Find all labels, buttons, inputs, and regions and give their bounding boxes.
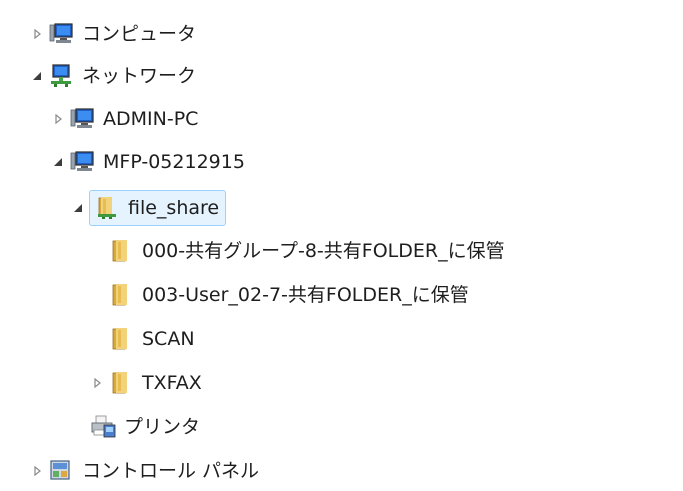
tree-item-printer[interactable]: プリンタ [90, 407, 200, 447]
expand-arrow-icon[interactable] [51, 112, 65, 126]
tree-item-file-share[interactable]: file_share [71, 188, 227, 228]
computer-icon [48, 21, 74, 47]
tree-item-label: file_share [128, 197, 220, 219]
folder-icon [108, 326, 134, 352]
tree-item-control-panel[interactable]: コントロール パネル [30, 451, 259, 491]
expand-arrow-icon[interactable] [90, 376, 104, 390]
tree-item-label: ADMIN-PC [103, 108, 199, 130]
tree-item-label: ネットワーク [82, 65, 197, 87]
folder-icon [108, 238, 134, 264]
expand-arrow-icon[interactable] [30, 27, 44, 41]
collapse-arrow-icon[interactable] [71, 201, 85, 215]
selection-highlight[interactable]: file_share [89, 190, 227, 226]
tree-item-computer[interactable]: コンピュータ [30, 14, 196, 54]
tree-item-label: SCAN [142, 328, 195, 350]
tree-item-scan[interactable]: SCAN [108, 319, 195, 359]
collapse-arrow-icon[interactable] [30, 69, 44, 83]
tree-item-folder-000[interactable]: 000-共有グループ-8-共有FOLDER_に保管 [108, 231, 505, 271]
folder-icon [108, 370, 134, 396]
tree-item-label: コントロール パネル [82, 460, 260, 482]
tree-item-label: 003-User_02-7-共有FOLDER_に保管 [142, 284, 469, 306]
computer-icon [69, 149, 95, 175]
tree-item-label: プリンタ [124, 416, 201, 438]
tree-item-label: MFP-05212915 [103, 151, 245, 173]
folder-icon [108, 282, 134, 308]
printer-icon [90, 414, 116, 440]
tree-item-label: 000-共有グループ-8-共有FOLDER_に保管 [142, 240, 505, 262]
computer-icon [69, 106, 95, 132]
tree-item-admin-pc[interactable]: ADMIN-PC [51, 99, 198, 139]
tree-item-txfax[interactable]: TXFAX [90, 363, 202, 403]
collapse-arrow-icon[interactable] [51, 155, 65, 169]
shared-folder-icon [94, 195, 120, 221]
control-panel-icon [48, 458, 74, 484]
tree-item-folder-003[interactable]: 003-User_02-7-共有FOLDER_に保管 [108, 275, 469, 315]
tree-item-label: コンピュータ [82, 23, 197, 45]
tree-item-mfp[interactable]: MFP-05212915 [51, 142, 245, 182]
expand-arrow-icon[interactable] [30, 464, 44, 478]
tree-item-label: TXFAX [142, 372, 202, 394]
network-icon [48, 63, 74, 89]
navigation-tree: コンピュータ ネットワーク ADMIN-PC MFP-05212915 file… [0, 0, 683, 490]
tree-item-network[interactable]: ネットワーク [30, 56, 196, 96]
